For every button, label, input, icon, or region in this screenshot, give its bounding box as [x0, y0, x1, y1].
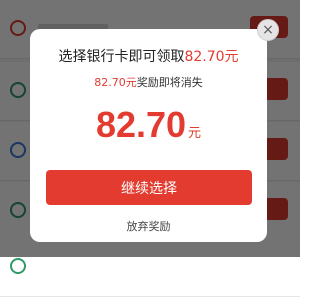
title-amount: 82.70元 — [184, 49, 239, 65]
subtitle-text: 奖励即将消失 — [136, 76, 203, 89]
dialog-title: 选择银行卡即可领取82.70元 — [30, 46, 267, 66]
title-text: 选择银行卡即可领取 — [58, 49, 185, 65]
reward-amount-value: 82.70 — [95, 104, 187, 145]
close-icon: × — [262, 22, 274, 38]
reward-amount-unit: 元 — [188, 126, 202, 141]
dialog-subtitle: 82.70元奖励即将消失 — [30, 74, 267, 90]
close-button[interactable]: × — [257, 19, 279, 41]
bg-item-icon — [10, 258, 26, 274]
continue-button[interactable]: 继续选择 — [46, 170, 252, 205]
reward-dialog: 选择银行卡即可领取82.70元 82.70元奖励即将消失 82.70 元 继续选择… — [30, 29, 267, 242]
give-up-link[interactable]: 放弃奖励 — [30, 218, 267, 234]
reward-amount: 82.70 元 — [30, 107, 267, 143]
subtitle-amount: 82.70元 — [94, 76, 137, 89]
